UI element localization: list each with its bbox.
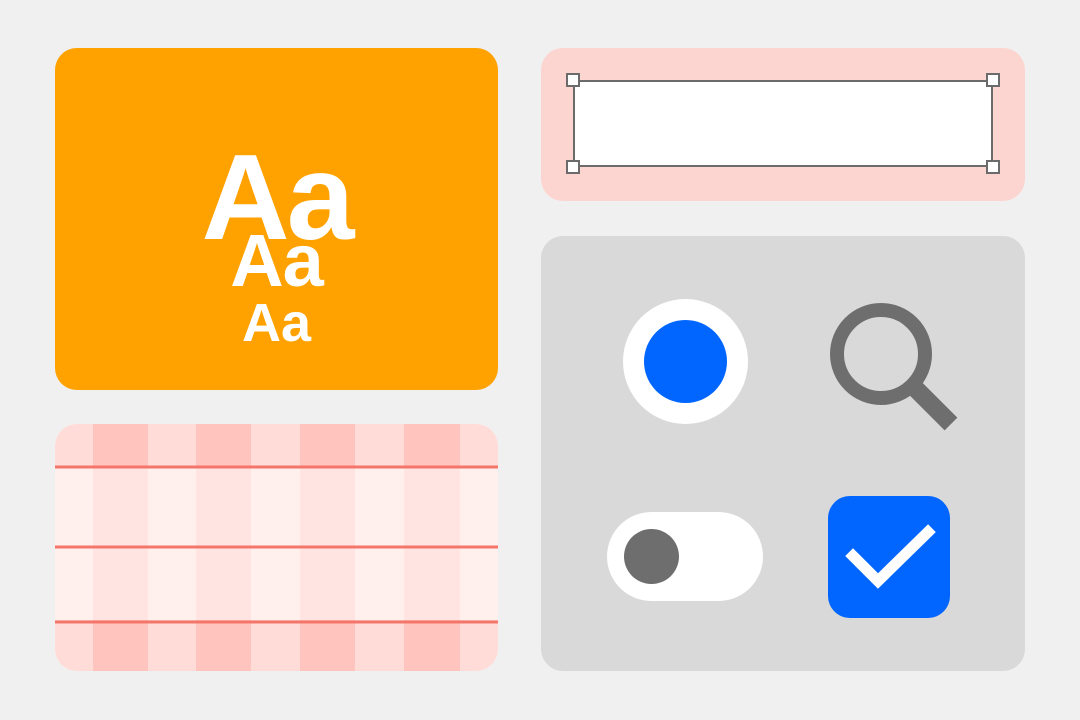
type-sample-small: Aa [241, 293, 312, 353]
layout-grid-illustration [55, 424, 498, 671]
resize-handle-top-left[interactable] [566, 73, 580, 87]
controls-card [541, 236, 1025, 671]
type-sample-medium: Aa [230, 219, 324, 302]
resize-handle-top-right[interactable] [986, 73, 1000, 87]
text-field[interactable] [573, 80, 993, 167]
typography-card: Aa Aa Aa [55, 48, 498, 390]
checkmark-icon [845, 524, 936, 589]
grid-row-band [55, 548, 498, 620]
resize-handle-bottom-left[interactable] [566, 160, 580, 174]
checkbox[interactable] [828, 496, 950, 618]
layout-grid-card [55, 424, 498, 671]
toggle-switch[interactable] [607, 512, 763, 601]
radio-selected-dot [644, 320, 727, 403]
resize-handle-bottom-right[interactable] [986, 160, 1000, 174]
grid-row-band [55, 468, 498, 546]
radio-button[interactable] [623, 299, 748, 424]
text-field-card [541, 48, 1025, 201]
search-icon[interactable] [821, 294, 971, 444]
toggle-knob [624, 529, 679, 584]
